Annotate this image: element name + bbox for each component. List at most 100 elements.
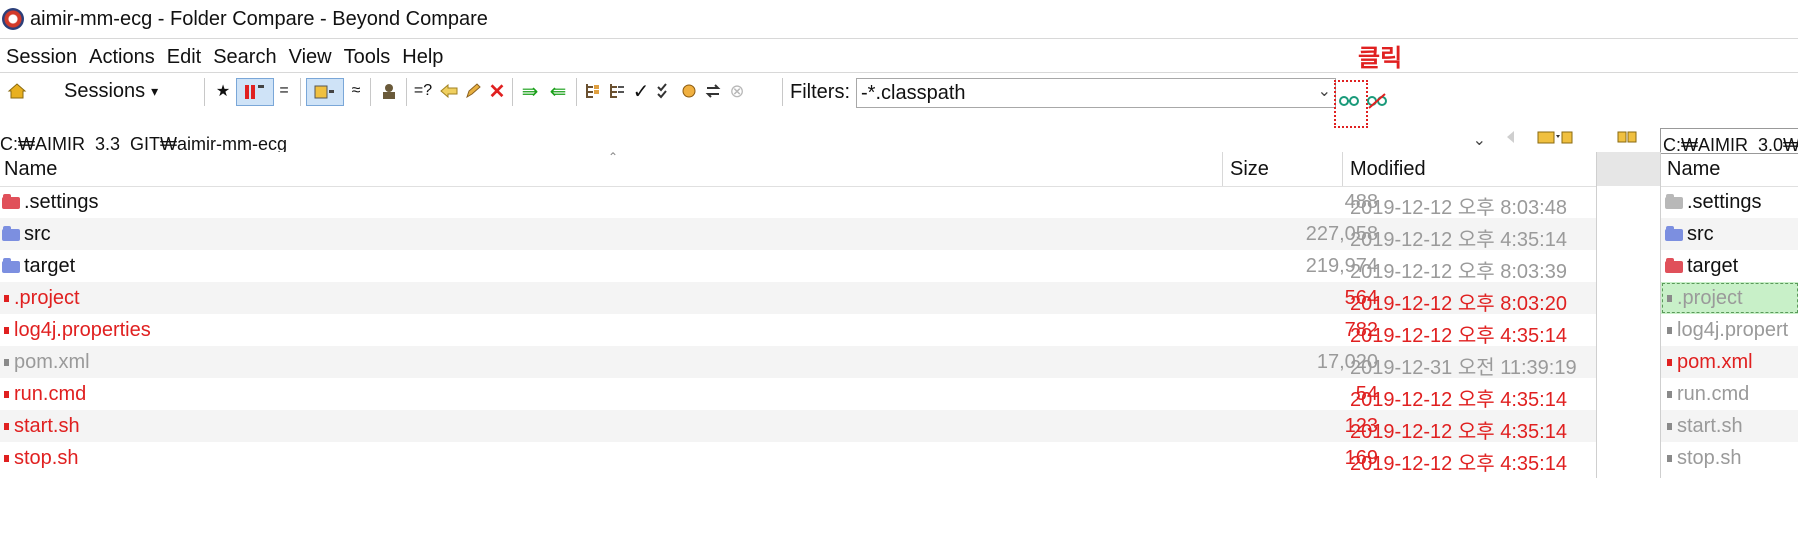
menu-view[interactable]: View bbox=[283, 44, 338, 70]
chevron-down-icon[interactable]: ⌄ bbox=[1473, 130, 1486, 150]
table-row[interactable]: .settings 488 2019-12-12 오후 8:03:48 bbox=[0, 186, 1596, 219]
user-icon[interactable] bbox=[376, 78, 402, 104]
filter-off-icon[interactable] bbox=[1366, 92, 1388, 110]
folder-blue-icon bbox=[1665, 225, 1683, 241]
filter-input[interactable]: -*.classpath bbox=[861, 81, 966, 105]
folder-blue-icon bbox=[2, 225, 20, 241]
table-row[interactable]: .settings bbox=[1661, 186, 1798, 218]
file-name-cell: src bbox=[1663, 223, 1714, 246]
left-path-input[interactable]: C:₩AIMIR_3.3_GIT₩aimir-mm-ecg bbox=[0, 134, 287, 152]
table-row[interactable]: .project bbox=[1661, 282, 1798, 314]
file-name-cell: .project bbox=[1663, 287, 1743, 310]
table-row[interactable]: log4j.propert bbox=[1661, 314, 1798, 346]
file-gray-icon bbox=[1667, 327, 1672, 334]
show-orphans-icon[interactable] bbox=[306, 78, 344, 106]
file-name: .project bbox=[1677, 287, 1743, 309]
copy-to-right-icon[interactable]: ⇛ bbox=[518, 78, 542, 104]
filter-toggle-icon[interactable] bbox=[1338, 92, 1360, 110]
table-row[interactable]: stop.sh bbox=[1661, 442, 1798, 474]
column-divider[interactable] bbox=[1342, 152, 1343, 186]
collapse-tree-icon[interactable] bbox=[606, 78, 628, 104]
file-modified: 2019-12-12 오후 4:35:14 bbox=[1350, 421, 1567, 443]
menu-edit[interactable]: Edit bbox=[161, 44, 207, 70]
file-gray-icon bbox=[1667, 455, 1672, 462]
table-row[interactable]: src bbox=[1661, 218, 1798, 250]
table-row[interactable]: src 227,058 2019-12-12 오후 4:35:14 bbox=[0, 218, 1596, 251]
menu-help[interactable]: Help bbox=[396, 44, 449, 70]
compare-contents-icon[interactable]: =? bbox=[410, 78, 436, 104]
table-row[interactable]: log4j.properties 782 2019-12-12 오후 4:35:14 bbox=[0, 314, 1596, 347]
filter-combobox[interactable]: -*.classpath ⌄ bbox=[856, 78, 1336, 108]
column-size-header[interactable]: Size bbox=[1230, 158, 1269, 181]
file-name: .settings bbox=[1687, 191, 1762, 213]
file-name: start.sh bbox=[14, 415, 80, 437]
table-row[interactable]: pom.xml bbox=[1661, 346, 1798, 378]
menu-search[interactable]: Search bbox=[207, 44, 282, 70]
file-name-cell: .settings bbox=[0, 191, 98, 214]
file-gray-icon bbox=[1667, 423, 1672, 430]
file-name: src bbox=[1687, 223, 1714, 245]
right-path-field[interactable]: C:₩AIMIR_3.0₩ bbox=[1660, 128, 1798, 154]
column-divider[interactable] bbox=[1222, 152, 1223, 186]
file-red-icon bbox=[1667, 359, 1672, 366]
browse-back-icon[interactable] bbox=[1504, 128, 1528, 148]
file-name: .project bbox=[14, 287, 80, 309]
swap-sides-icon[interactable] bbox=[1616, 128, 1640, 148]
home-icon[interactable] bbox=[4, 78, 30, 104]
file-gray-icon bbox=[4, 359, 9, 366]
chevron-down-icon[interactable]: ⌄ bbox=[1318, 81, 1331, 101]
file-name-cell: src bbox=[0, 223, 51, 246]
file-name-cell: log4j.propert bbox=[1663, 319, 1788, 342]
left-column-header: Name ⌃ Size Modified bbox=[0, 150, 1596, 187]
toolbar-separator bbox=[204, 78, 205, 106]
file-name-cell: pom.xml bbox=[0, 351, 90, 374]
show-differences-icon[interactable] bbox=[236, 78, 274, 106]
file-gray-icon bbox=[1667, 295, 1672, 302]
folder-blue-icon bbox=[2, 257, 20, 273]
file-red-icon bbox=[4, 391, 9, 398]
select-check-icon[interactable]: ✓ bbox=[630, 78, 652, 104]
arrow-left-icon[interactable] bbox=[438, 78, 460, 104]
table-row[interactable]: start.sh 123 2019-12-12 오후 4:35:14 bbox=[0, 410, 1596, 443]
toolbar-separator bbox=[370, 78, 371, 106]
right-file-list: .settings src target .project log4j.propert p… bbox=[1661, 186, 1798, 478]
center-gutter bbox=[1596, 152, 1661, 478]
expand-tree-icon[interactable] bbox=[582, 78, 604, 104]
checklist-icon[interactable] bbox=[654, 78, 676, 104]
left-file-list: .settings 488 2019-12-12 오후 8:03:48 src 227,… bbox=[0, 186, 1596, 478]
column-name-header[interactable]: Name bbox=[1667, 158, 1720, 181]
table-row[interactable]: stop.sh 169 2019-12-12 오후 4:35:14 bbox=[0, 442, 1596, 475]
similar-icon[interactable]: ≈ bbox=[346, 78, 366, 104]
left-path-field[interactable]: C:₩AIMIR_3.3_GIT₩aimir-mm-ecg ⌄ bbox=[0, 128, 1490, 153]
gutter-header bbox=[1597, 152, 1661, 186]
menu-actions[interactable]: Actions bbox=[83, 44, 161, 70]
sessions-button[interactable]: Sessions ▾ bbox=[64, 78, 164, 104]
show-same-icon[interactable]: = bbox=[274, 78, 294, 104]
table-row[interactable]: run.cmd bbox=[1661, 378, 1798, 410]
table-row[interactable]: .project 564 2019-12-12 오후 8:03:20 bbox=[0, 282, 1596, 315]
table-row[interactable]: target bbox=[1661, 250, 1798, 282]
column-modified-header[interactable]: Modified bbox=[1350, 158, 1426, 181]
show-all-icon[interactable]: ★ bbox=[212, 78, 234, 104]
browse-folder-icon[interactable] bbox=[1536, 128, 1576, 148]
menu-tools[interactable]: Tools bbox=[338, 44, 397, 70]
menu-session[interactable]: Session bbox=[0, 44, 83, 70]
edit-icon[interactable] bbox=[462, 78, 484, 104]
right-column-header: Name bbox=[1661, 152, 1798, 187]
left-file-pane: Name ⌃ Size Modified .settings 488 2019-12… bbox=[0, 150, 1596, 478]
table-row[interactable]: run.cmd 54 2019-12-12 오후 4:35:14 bbox=[0, 378, 1596, 411]
file-name-cell: target bbox=[0, 255, 75, 278]
refresh-icon[interactable] bbox=[678, 78, 700, 104]
copy-to-left-icon[interactable]: ⇚ bbox=[546, 78, 570, 104]
column-name-header[interactable]: Name bbox=[4, 158, 57, 181]
table-row[interactable]: start.sh bbox=[1661, 410, 1798, 442]
toolbar-separator bbox=[406, 78, 407, 106]
swap-icon[interactable] bbox=[702, 78, 724, 104]
file-name-cell: run.cmd bbox=[0, 383, 86, 406]
table-row[interactable]: pom.xml 17,020 2019-12-31 오전 11:39:19 bbox=[0, 346, 1596, 379]
table-row[interactable]: target 219,974 2019-12-12 오후 8:03:39 bbox=[0, 250, 1596, 283]
stop-icon[interactable]: ⊗ bbox=[726, 78, 748, 104]
file-name-cell: stop.sh bbox=[1663, 447, 1741, 470]
delete-icon[interactable]: ✕ bbox=[486, 78, 508, 104]
click-annotation: 클릭 bbox=[1358, 45, 1403, 72]
